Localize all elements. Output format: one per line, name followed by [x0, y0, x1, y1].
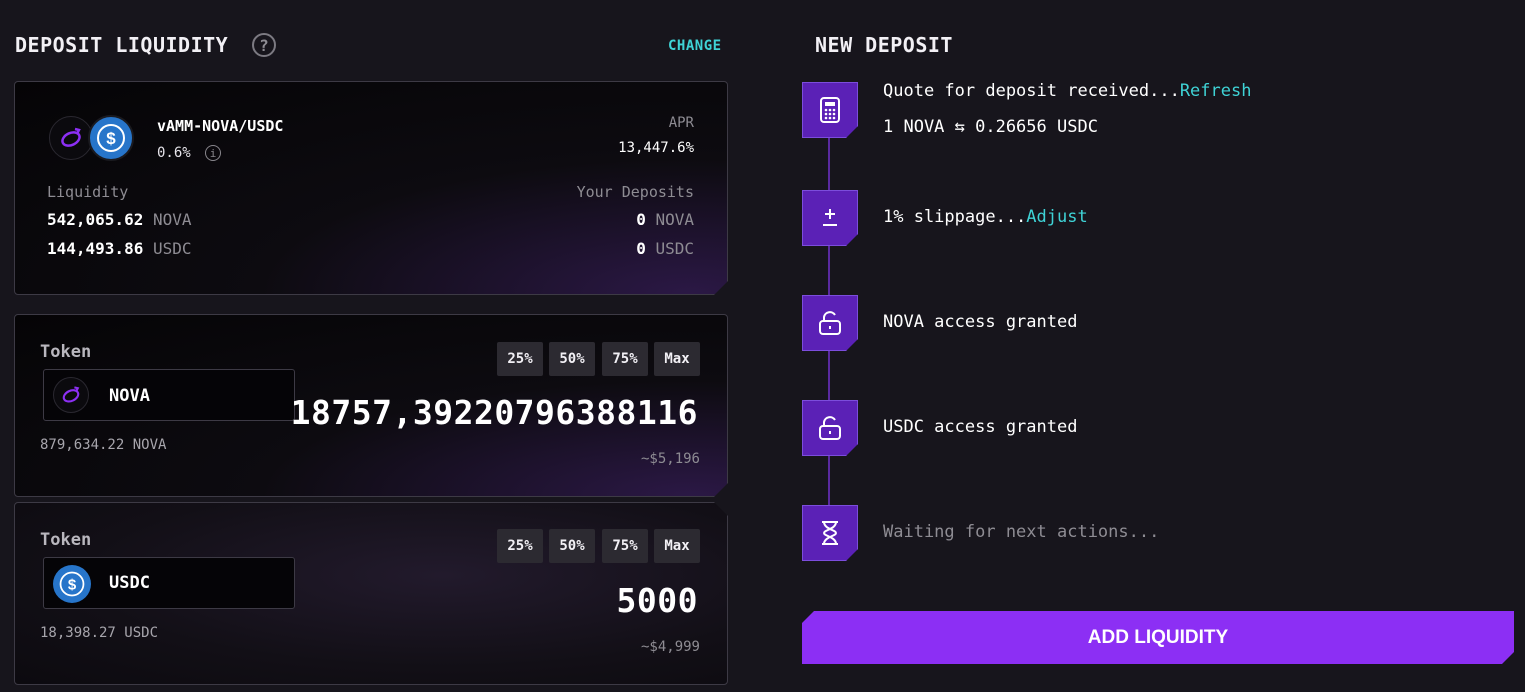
hourglass-icon [802, 505, 858, 561]
add-liquidity-button[interactable]: ADD LIQUIDITY [802, 611, 1514, 664]
liquidity-unit: USDC [152, 239, 192, 258]
unlock-icon [802, 400, 858, 456]
change-button[interactable]: CHANGE [668, 38, 722, 54]
usdc-icon: $ [53, 565, 91, 603]
liquidity-label: Liquidity [47, 183, 129, 201]
pct-25-button[interactable]: 25% [497, 529, 543, 563]
help-icon[interactable]: ? [252, 33, 276, 57]
svg-text:$: $ [106, 129, 116, 148]
pool-pair-name: vAMM-NOVA/USDC [157, 117, 284, 135]
token-label: Token [40, 342, 92, 362]
pool-fee: 0.6% [157, 145, 191, 161]
usdc-icon: $ [88, 115, 134, 161]
quote-rate: 1 NOVA ⇆ 0.26656 USDC [883, 117, 1098, 137]
unlock-icon [802, 295, 858, 351]
token-name: NOVA [109, 386, 150, 406]
nova-icon [49, 116, 93, 160]
info-icon[interactable]: i [205, 145, 221, 161]
page-title: DEPOSIT LIQUIDITY [15, 33, 229, 57]
token-name: USDC [109, 573, 150, 593]
amount-input[interactable]: 5000 [617, 581, 698, 620]
pct-50-button[interactable]: 50% [549, 342, 595, 376]
adjust-link[interactable]: Adjust [1026, 207, 1087, 227]
apr-label: APR [668, 115, 694, 131]
step-text: 1% slippage... [883, 207, 1027, 227]
usd-value: ~$4,999 [640, 639, 700, 655]
deposit-unit: NOVA [655, 210, 694, 229]
token-balance: 879,634.22 NOVA [40, 437, 167, 453]
deposit-value: 0 [636, 239, 646, 258]
usd-value: ~$5,196 [640, 451, 700, 467]
plus-minus-icon [802, 190, 858, 246]
your-deposits-label: Your Deposits [576, 183, 694, 201]
svg-text:$: $ [68, 576, 77, 593]
liquidity-value: 144,493.86 [47, 239, 144, 258]
nova-icon [53, 377, 89, 413]
amount-input[interactable]: 18757,39220796388116 [291, 393, 698, 432]
step-quote: Quote for deposit received...Refresh [883, 81, 1251, 101]
max-button[interactable]: Max [654, 529, 700, 563]
pct-75-button[interactable]: 75% [602, 529, 648, 563]
calculator-icon [802, 82, 858, 138]
step-waiting: Waiting for next actions... [883, 522, 1160, 542]
liquidity-value: 542,065.62 [47, 210, 144, 229]
token-label: Token [40, 530, 92, 550]
deposit-value: 0 [636, 210, 646, 229]
liquidity-unit: NOVA [152, 210, 192, 229]
new-deposit-title: NEW DEPOSIT [815, 33, 953, 57]
step-usdc-access: USDC access granted [883, 417, 1078, 437]
refresh-link[interactable]: Refresh [1180, 81, 1252, 101]
pct-75-button[interactable]: 75% [602, 342, 648, 376]
step-slippage: 1% slippage...Adjust [883, 207, 1088, 227]
liquidity-usdc-row: 144,493.86 USDC [47, 239, 192, 258]
pct-50-button[interactable]: 50% [549, 529, 595, 563]
max-button[interactable]: Max [654, 342, 700, 376]
step-nova-access: NOVA access granted [883, 312, 1078, 332]
deposit-nova-row: 0 NOVA [636, 210, 694, 229]
token-balance: 18,398.27 USDC [40, 625, 159, 641]
deposit-usdc-row: 0 USDC [636, 239, 694, 258]
pct-25-button[interactable]: 25% [497, 342, 543, 376]
apr-value: 13,447.6% [618, 140, 694, 156]
deposit-unit: USDC [655, 239, 694, 258]
liquidity-nova-row: 542,065.62 NOVA [47, 210, 192, 229]
step-text: Quote for deposit received... [883, 81, 1180, 101]
